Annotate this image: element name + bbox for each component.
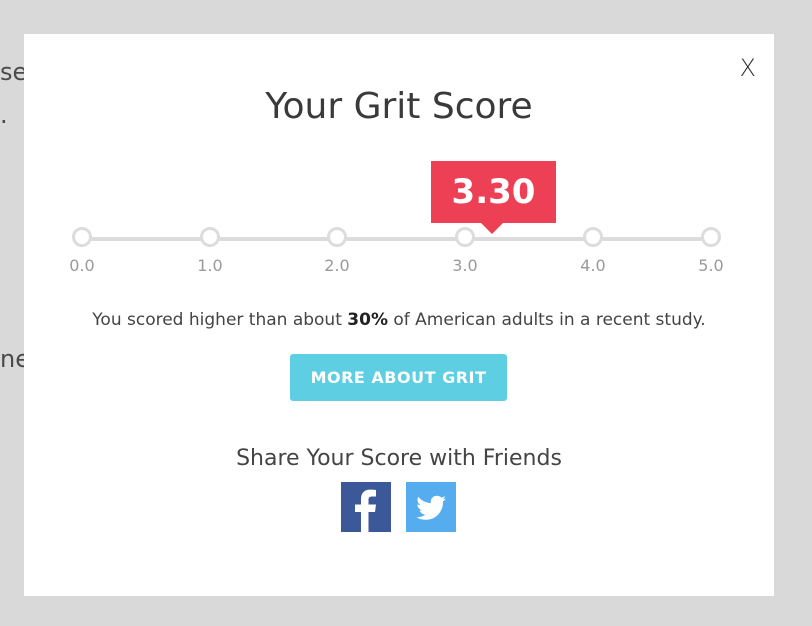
score-badge: 3.30 bbox=[431, 161, 556, 234]
grit-score-modal: X Your Grit Score 0.0 1.0 2.0 3.0 4.0 5.… bbox=[24, 34, 774, 596]
facebook-share-button[interactable] bbox=[341, 482, 391, 532]
close-button[interactable]: X bbox=[740, 54, 756, 82]
scale-tick bbox=[455, 227, 475, 247]
facebook-icon bbox=[341, 482, 391, 532]
twitter-icon bbox=[406, 482, 456, 532]
scale-tick bbox=[200, 227, 220, 247]
share-title: Share Your Score with Friends bbox=[236, 446, 562, 471]
scale-tick-label: 1.0 bbox=[197, 256, 223, 275]
background-text-fragment: . bbox=[0, 101, 8, 129]
score-scale-track bbox=[83, 237, 711, 241]
modal-title: Your Grit Score bbox=[265, 86, 533, 127]
twitter-share-button[interactable] bbox=[406, 482, 456, 532]
summary-suffix: of American adults in a recent study. bbox=[387, 310, 706, 330]
scale-tick-label: 3.0 bbox=[452, 256, 478, 275]
scale-tick-label: 4.0 bbox=[580, 256, 606, 275]
more-about-grit-button[interactable]: MORE ABOUT GRIT bbox=[290, 354, 507, 401]
scale-tick bbox=[583, 227, 603, 247]
scale-tick-label: 2.0 bbox=[324, 256, 350, 275]
summary-prefix: You scored higher than about bbox=[92, 310, 348, 330]
score-summary: You scored higher than about 30% of Amer… bbox=[24, 310, 774, 330]
scale-tick bbox=[327, 227, 347, 247]
scale-tick-label: 0.0 bbox=[69, 256, 95, 275]
scale-tick bbox=[701, 227, 721, 247]
scale-tick bbox=[72, 227, 92, 247]
scale-tick-label: 5.0 bbox=[698, 256, 724, 275]
summary-percent: 30% bbox=[347, 310, 388, 330]
